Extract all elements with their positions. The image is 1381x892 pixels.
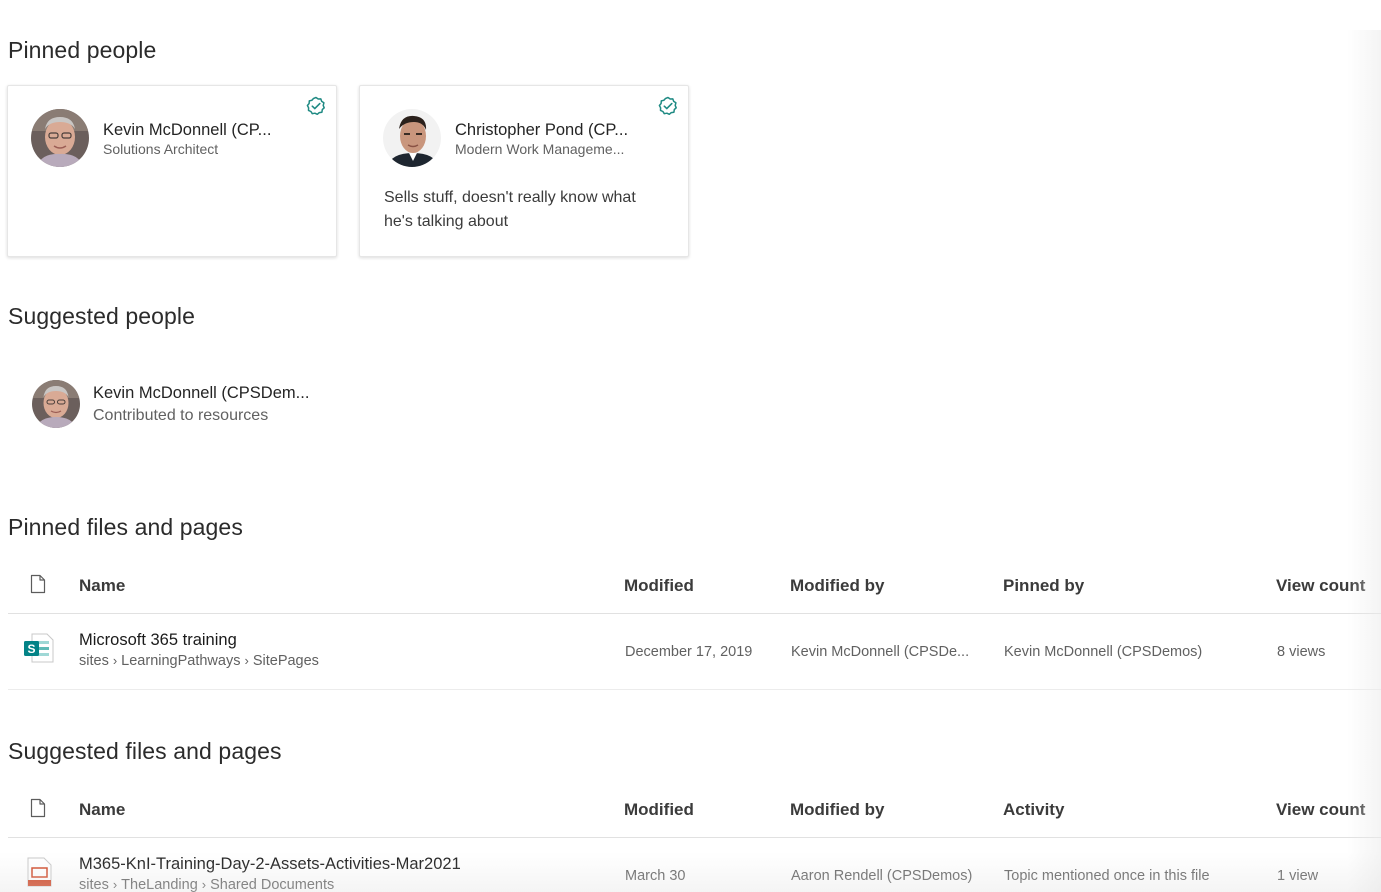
table-row[interactable]: M365-KnI-Training-Day-2-Assets-Activitie… bbox=[8, 838, 1381, 892]
column-header-modified-by[interactable]: Modified by bbox=[790, 576, 884, 596]
table-header: Name Modified Modified by Activity View … bbox=[8, 782, 1381, 838]
pinned-person-card[interactable]: Kevin McDonnell (CP... Solutions Archite… bbox=[7, 85, 337, 257]
cell-view-count: 8 views bbox=[1277, 644, 1326, 660]
cell-activity: Topic mentioned once in this file bbox=[1004, 868, 1210, 884]
column-header-modified-by[interactable]: Modified by bbox=[790, 800, 884, 820]
powerpoint-file-icon bbox=[27, 857, 52, 887]
avatar[interactable] bbox=[31, 109, 89, 167]
path-segment[interactable]: TheLanding bbox=[121, 877, 198, 892]
file-name-link[interactable]: M365-KnI-Training-Day-2-Assets-Activitie… bbox=[79, 855, 461, 874]
suggested-files-table: Name Modified Modified by Activity View … bbox=[8, 782, 1381, 892]
document-icon bbox=[30, 574, 46, 594]
cell-modified-by: Aaron Rendell (CPSDemos) bbox=[791, 868, 973, 884]
pinned-files-table: Name Modified Modified by Pinned by View… bbox=[8, 558, 1381, 690]
verified-check-icon bbox=[306, 96, 325, 116]
column-header-modified[interactable]: Modified bbox=[624, 576, 694, 596]
pinned-person-card[interactable]: Christopher Pond (CP... Modern Work Mana… bbox=[359, 85, 689, 257]
person-description: Contributed to resources bbox=[93, 407, 269, 424]
scroll-shadow bbox=[1347, 30, 1381, 892]
path-segment[interactable]: Shared Documents bbox=[210, 877, 334, 892]
person-job-title: Solutions Architect bbox=[103, 141, 219, 157]
avatar[interactable] bbox=[32, 380, 80, 428]
suggested-people-heading: Suggested people bbox=[8, 303, 196, 329]
person-job-title: Modern Work Manageme... bbox=[455, 141, 625, 157]
path-segment[interactable]: sites bbox=[79, 653, 109, 669]
table-header: Name Modified Modified by Pinned by View… bbox=[8, 558, 1381, 614]
chevron-right-icon: › bbox=[112, 653, 118, 668]
cell-view-count: 1 view bbox=[1277, 868, 1319, 884]
table-row[interactable]: S Microsoft 365 training sites › LearningP… bbox=[8, 614, 1381, 690]
column-header-name[interactable]: Name bbox=[79, 800, 125, 820]
person-name[interactable]: Kevin McDonnell (CPSDem... bbox=[93, 384, 309, 403]
column-header-name[interactable]: Name bbox=[79, 576, 125, 596]
pinned-people-heading: Pinned people bbox=[8, 37, 157, 63]
column-header-view-count[interactable]: View count bbox=[1276, 800, 1365, 820]
suggested-person-item[interactable]: Kevin McDonnell (CPSDem... Contributed t… bbox=[30, 378, 430, 433]
suggested-files-heading: Suggested files and pages bbox=[8, 738, 282, 764]
path-segment[interactable]: LearningPathways bbox=[121, 653, 240, 669]
cell-modified: December 17, 2019 bbox=[625, 644, 753, 660]
chevron-right-icon: › bbox=[112, 877, 118, 892]
cell-pinned-by: Kevin McDonnell (CPSDemos) bbox=[1004, 644, 1203, 660]
verified-check-icon bbox=[658, 96, 677, 116]
person-name[interactable]: Kevin McDonnell (CP... bbox=[103, 121, 271, 140]
file-name-link[interactable]: Microsoft 365 training bbox=[79, 631, 237, 650]
column-header-modified[interactable]: Modified bbox=[624, 800, 694, 820]
svg-text:S: S bbox=[27, 642, 35, 656]
person-name[interactable]: Christopher Pond (CP... bbox=[455, 121, 628, 140]
sharepoint-page-icon: S bbox=[24, 633, 54, 663]
avatar[interactable] bbox=[383, 109, 441, 167]
column-header-pinned-by[interactable]: Pinned by bbox=[1003, 576, 1084, 596]
path-segment[interactable]: sites bbox=[79, 877, 109, 892]
path-segment[interactable]: SitePages bbox=[253, 653, 319, 669]
cell-modified: March 30 bbox=[625, 868, 686, 884]
chevron-right-icon: › bbox=[244, 653, 249, 668]
document-icon bbox=[30, 798, 46, 818]
file-path: sites › LearningPathways › SitePages bbox=[79, 653, 319, 669]
cell-modified-by: Kevin McDonnell (CPSDe... bbox=[791, 644, 970, 660]
file-path: sites › TheLanding › Shared Documents bbox=[79, 877, 334, 892]
column-header-activity[interactable]: Activity bbox=[1003, 800, 1064, 820]
pinned-files-heading: Pinned files and pages bbox=[8, 514, 243, 540]
person-note: Sells stuff, doesn't really know what he… bbox=[384, 189, 636, 230]
column-header-view-count[interactable]: View count bbox=[1276, 576, 1365, 596]
chevron-right-icon: › bbox=[201, 877, 207, 892]
